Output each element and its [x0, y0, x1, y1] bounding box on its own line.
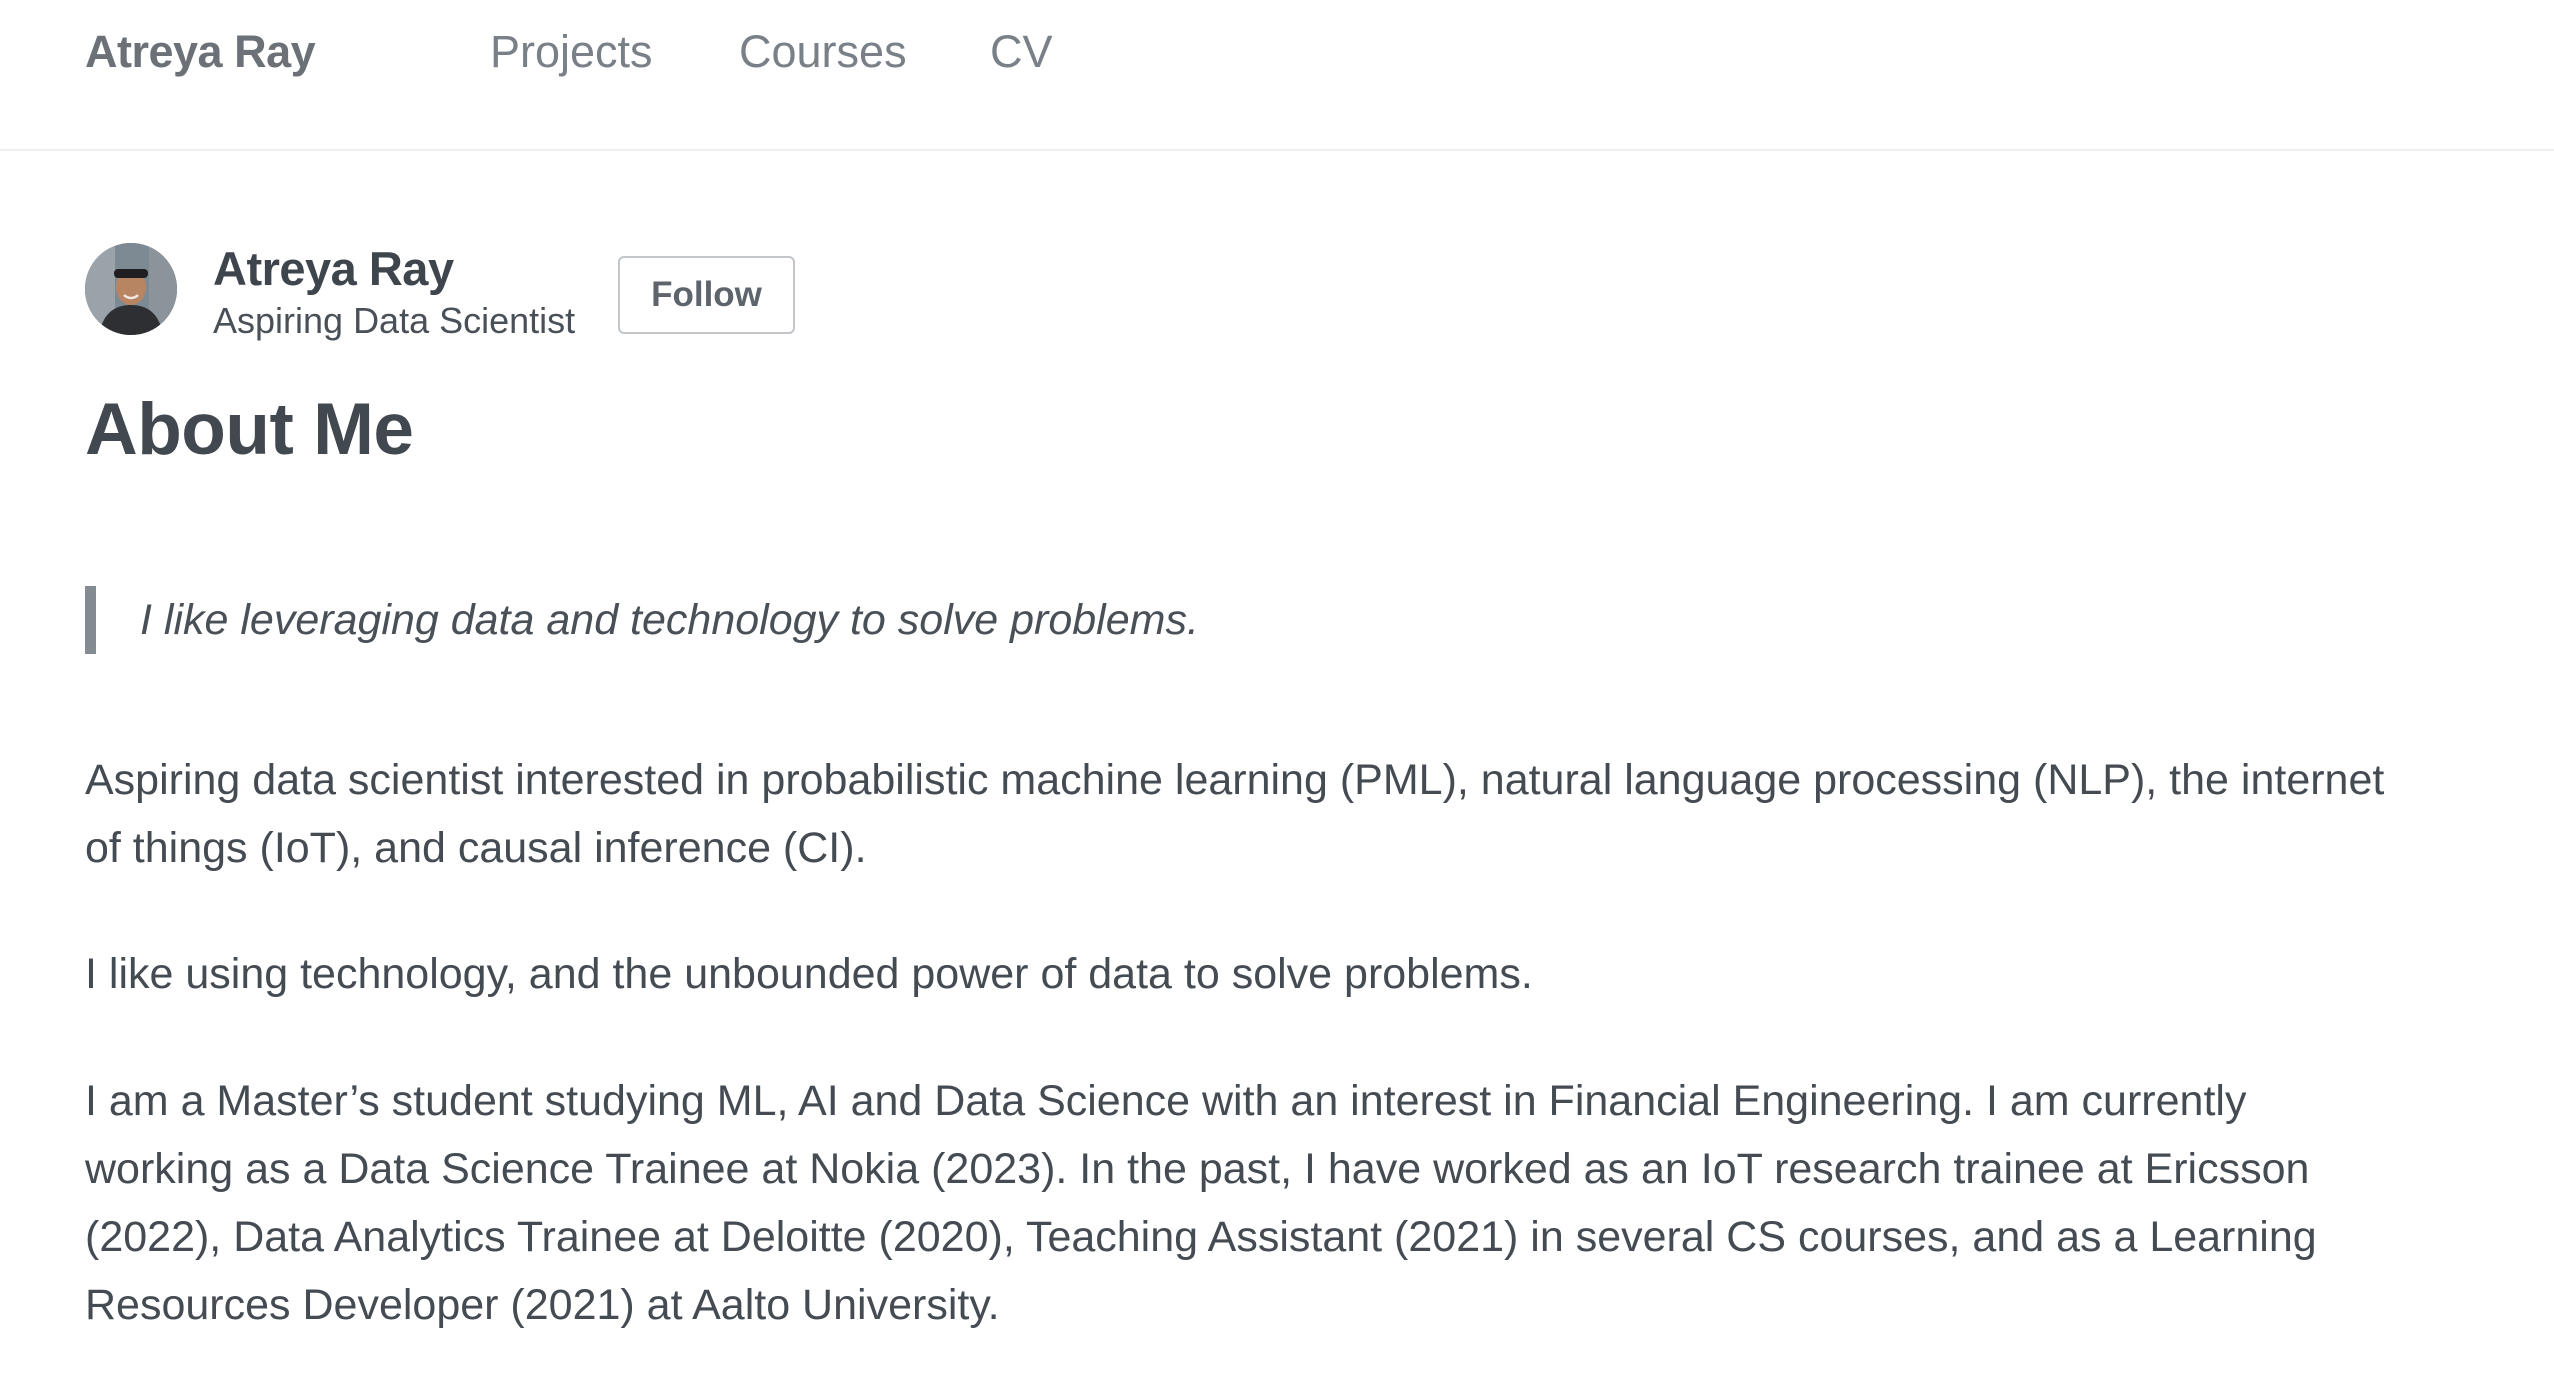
quote-text: I like leveraging data and technology to… [140, 596, 1199, 644]
nav-link-projects[interactable]: Projects [490, 22, 653, 82]
avatar [85, 243, 177, 335]
paragraph-experience: I am a Master’s student studying ML, AI … [85, 1077, 2317, 1329]
avatar-photo-icon [85, 243, 177, 335]
nav-link-courses[interactable]: Courses [739, 22, 907, 82]
paragraph-motivation: I like using technology, and the unbound… [85, 950, 1533, 998]
site-brand-link[interactable]: Atreya Ray [85, 22, 316, 82]
follow-button[interactable]: Follow [618, 256, 795, 334]
nav-link-cv[interactable]: CV [990, 22, 1053, 82]
author-subtitle: Aspiring Data Scientist [213, 300, 576, 341]
page-title: About Me [85, 389, 414, 470]
top-navbar: Atreya Ray Projects Courses CV [0, 0, 2554, 151]
blockquote: I like leveraging data and technology to… [85, 586, 1199, 654]
paragraph-interests: Aspiring data scientist interested in pr… [85, 756, 2385, 872]
author-name: Atreya Ray [213, 242, 454, 295]
